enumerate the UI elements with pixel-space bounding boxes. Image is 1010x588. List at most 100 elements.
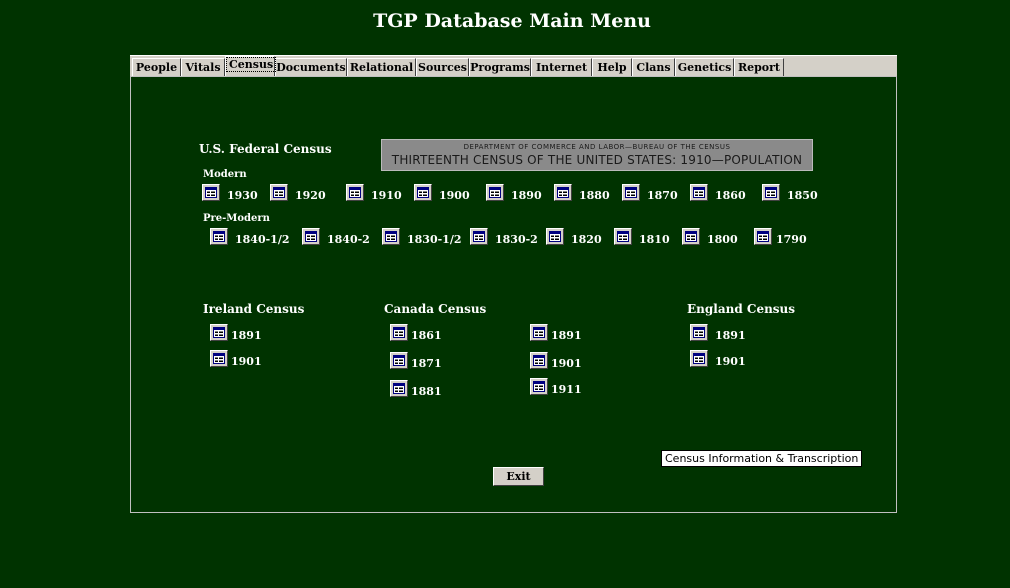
england-1901-button[interactable] xyxy=(690,350,708,367)
census-1850-button[interactable] xyxy=(762,184,780,201)
census-year-label: 1901 xyxy=(551,357,582,370)
tab-internet[interactable]: Internet xyxy=(531,58,592,76)
banner-line-2: THIRTEENTH CENSUS OF THE UNITED STATES: … xyxy=(391,153,803,167)
census-year-label: 1890 xyxy=(511,189,542,202)
census-1910-button[interactable] xyxy=(346,184,364,201)
window-title: TGP Database Main Menu xyxy=(373,10,651,32)
form-icon xyxy=(693,327,705,338)
census-1860-button[interactable] xyxy=(690,184,708,201)
census-year-label: 1891 xyxy=(231,329,262,342)
banner-line-1: DEPARTMENT OF COMMERCE AND LABOR—BUREAU … xyxy=(463,143,731,151)
england-census-heading: England Census xyxy=(687,302,796,316)
tab-documents[interactable]: Documents xyxy=(275,58,347,76)
census-1920-button[interactable] xyxy=(270,184,288,201)
canada-1881-button[interactable] xyxy=(390,380,408,397)
census-1830-2-button[interactable] xyxy=(470,228,488,245)
form-icon xyxy=(213,231,225,242)
form-icon xyxy=(213,327,225,338)
census-1800-button[interactable] xyxy=(682,228,700,245)
tab-census[interactable]: Census xyxy=(225,56,277,76)
form-icon xyxy=(393,383,405,394)
census-year-label: 1880 xyxy=(579,189,610,202)
census-1840-2-button[interactable] xyxy=(302,228,320,245)
ireland-census-heading: Ireland Census xyxy=(203,302,305,316)
form-icon xyxy=(549,231,561,242)
census-year-label: 1800 xyxy=(707,233,738,246)
form-icon xyxy=(533,355,545,366)
exit-button[interactable]: Exit xyxy=(493,467,544,486)
ireland-1901-button[interactable] xyxy=(210,350,228,367)
form-icon xyxy=(533,381,545,392)
canada-1891-button[interactable] xyxy=(530,324,548,341)
form-icon xyxy=(349,187,361,198)
census-year-label: 1881 xyxy=(411,385,442,398)
tab-help[interactable]: Help xyxy=(592,58,632,76)
ireland-1891-button[interactable] xyxy=(210,324,228,341)
census-year-label: 1891 xyxy=(551,329,582,342)
tab-genetics[interactable]: Genetics xyxy=(675,58,734,76)
census-1900-button[interactable] xyxy=(414,184,432,201)
census-1870-button[interactable] xyxy=(622,184,640,201)
tab-sources[interactable]: Sources xyxy=(416,58,469,76)
census-year-label: 1830-1/2 xyxy=(407,233,462,246)
form-icon xyxy=(765,187,777,198)
census-1890-button[interactable] xyxy=(486,184,504,201)
census-year-label: 1861 xyxy=(411,329,442,342)
canada-1861-button[interactable] xyxy=(390,324,408,341)
census-year-label: 1840-2 xyxy=(327,233,370,246)
form-icon xyxy=(757,231,769,242)
form-icon xyxy=(693,187,705,198)
census-1810-button[interactable] xyxy=(614,228,632,245)
england-1891-button[interactable] xyxy=(690,324,708,341)
tab-programs[interactable]: Programs xyxy=(469,58,531,76)
tab-people[interactable]: People xyxy=(132,58,181,76)
census-year-label: 1900 xyxy=(439,189,470,202)
tab-relational[interactable]: Relational xyxy=(347,58,416,76)
census-year-label: 1820 xyxy=(571,233,602,246)
tab-bar: People Vitals Census Documents Relationa… xyxy=(130,55,897,77)
form-icon xyxy=(393,327,405,338)
form-icon xyxy=(557,187,569,198)
form-icon xyxy=(693,353,705,364)
form-icon xyxy=(489,187,501,198)
census-year-label: 1810 xyxy=(639,233,670,246)
census-year-label: 1871 xyxy=(411,357,442,370)
tooltip: Census Information & Transcription xyxy=(661,450,863,467)
census-year-label: 1911 xyxy=(551,383,582,396)
census-year-label: 1901 xyxy=(715,355,746,368)
form-icon xyxy=(393,355,405,366)
pre-modern-label: Pre-Modern xyxy=(203,213,270,224)
census-1820-button[interactable] xyxy=(546,228,564,245)
census-1840-1-2-button[interactable] xyxy=(210,228,228,245)
census-1880-button[interactable] xyxy=(554,184,572,201)
form-icon xyxy=(533,327,545,338)
modern-label: Modern xyxy=(203,169,247,180)
form-icon xyxy=(417,187,429,198)
census-year-label: 1891 xyxy=(715,329,746,342)
canada-1901-button[interactable] xyxy=(530,352,548,369)
census-1930-button[interactable] xyxy=(202,184,220,201)
tab-clans[interactable]: Clans xyxy=(632,58,675,76)
form-icon xyxy=(685,231,697,242)
canada-1871-button[interactable] xyxy=(390,352,408,369)
form-icon xyxy=(625,187,637,198)
form-icon xyxy=(305,231,317,242)
form-icon xyxy=(213,353,225,364)
census-year-label: 1860 xyxy=(715,189,746,202)
canada-census-heading: Canada Census xyxy=(384,302,487,316)
form-icon xyxy=(617,231,629,242)
census-year-label: 1870 xyxy=(647,189,678,202)
form-icon xyxy=(473,231,485,242)
census-1830-1-2-button[interactable] xyxy=(382,228,400,245)
census-banner-image: DEPARTMENT OF COMMERCE AND LABOR—BUREAU … xyxy=(381,139,813,171)
census-1790-button[interactable] xyxy=(754,228,772,245)
census-year-label: 1840-1/2 xyxy=(235,233,290,246)
census-year-label: 1850 xyxy=(787,189,818,202)
census-year-label: 1790 xyxy=(776,233,807,246)
tab-report[interactable]: Report xyxy=(734,58,784,76)
census-year-label: 1920 xyxy=(295,189,326,202)
census-year-label: 1901 xyxy=(231,355,262,368)
canada-1911-button[interactable] xyxy=(530,378,548,395)
tab-vitals[interactable]: Vitals xyxy=(181,58,225,76)
form-icon xyxy=(385,231,397,242)
